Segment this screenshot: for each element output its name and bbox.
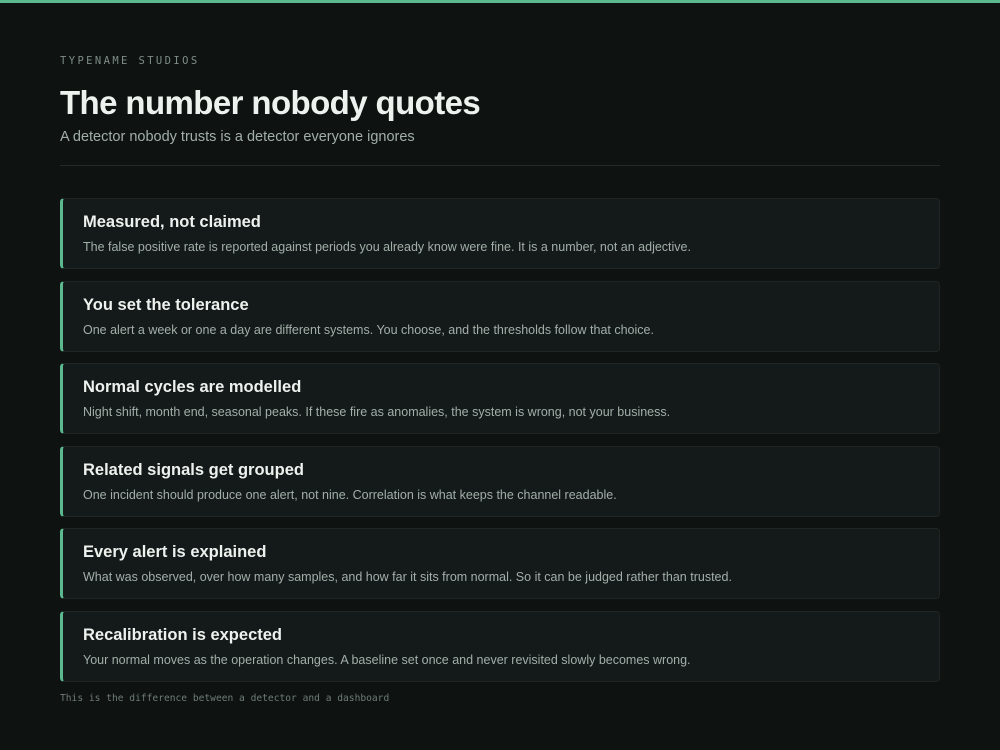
principles-list: Measured, not claimed The false positive… [60,198,940,693]
card-body: Your normal moves as the operation chang… [83,652,691,667]
principle-card-measured: Measured, not claimed The false positive… [60,198,940,269]
card-title: You set the tolerance [83,295,249,314]
card-title: Measured, not claimed [83,213,261,231]
footer-note: This is the difference between a detecto… [60,693,390,704]
principle-card-recalibration: Recalibration is expected Your normal mo… [60,610,940,682]
card-title: Recalibration is expected [83,625,282,644]
top-accent-bar [0,0,1000,3]
card-body: One alert a week or one a day are differ… [83,322,654,337]
card-body: What was observed, over how many samples… [83,570,732,584]
page-title: The number nobody quotes [60,84,481,121]
card-body: Night shift, month end, seasonal peaks. … [83,405,671,419]
card-body: One incident should produce one alert, n… [83,487,617,502]
card-title: Related signals get grouped [83,460,304,479]
header-divider [60,165,940,166]
card-title: Normal cycles are modelled [83,378,302,396]
card-body: The false positive rate is reported agai… [83,240,691,254]
principle-card-grouping: Related signals get grouped One incident… [60,445,940,517]
principle-card-cycles: Normal cycles are modelled Night shift, … [60,363,940,434]
brand-eyebrow: TYPENAME STUDIOS [60,55,200,67]
principle-card-tolerance: You set the tolerance One alert a week o… [60,280,940,352]
page-subtitle: A detector nobody trusts is a detector e… [60,129,415,145]
card-title: Every alert is explained [83,543,267,561]
principle-card-explained: Every alert is explained What was observ… [60,528,940,599]
